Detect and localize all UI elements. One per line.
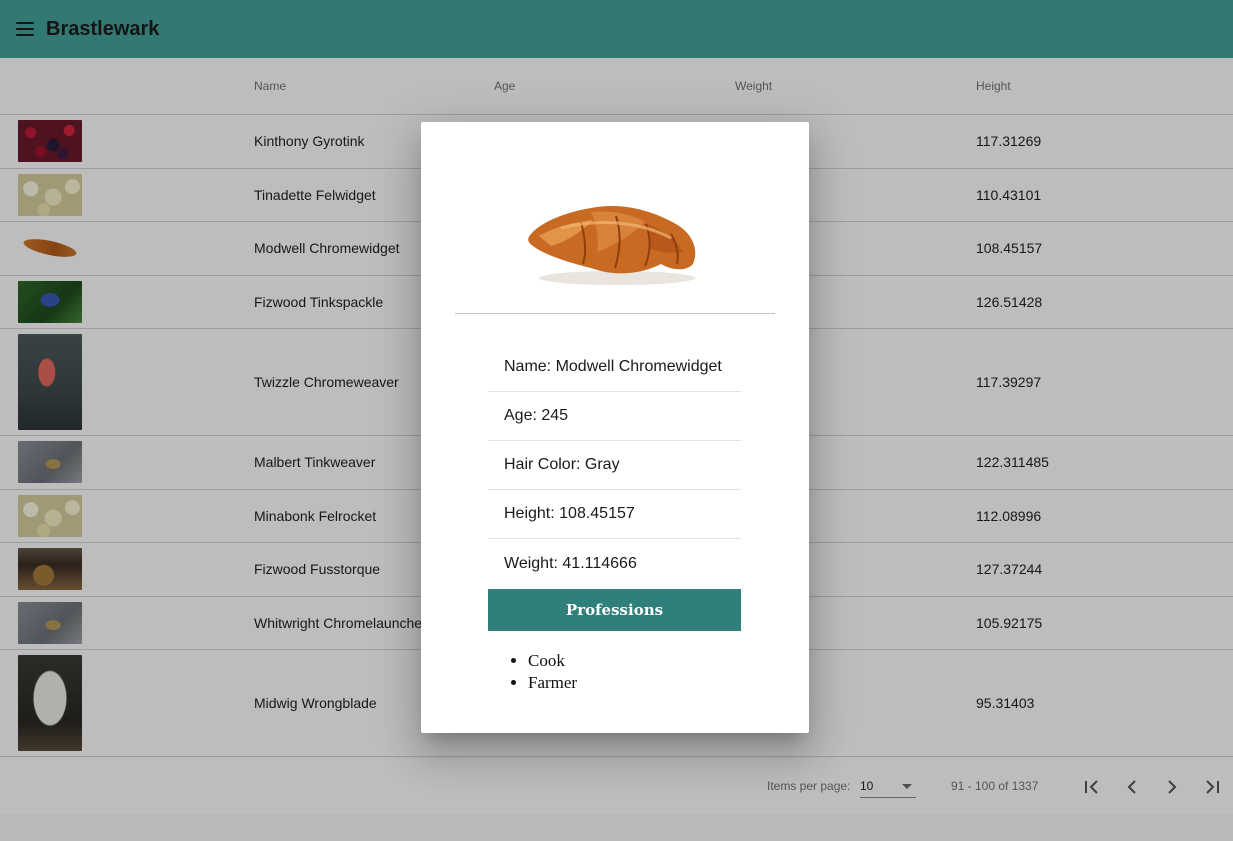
info-hair-color: Hair Color: Gray xyxy=(488,441,741,490)
dialog-divider xyxy=(455,313,775,314)
gnome-detail-dialog: Name: Modwell Chromewidget Age: 245 Hair… xyxy=(421,122,809,733)
professions-list: Cook Farmer xyxy=(528,650,577,694)
info-name: Name: Modwell Chromewidget xyxy=(488,343,741,392)
info-age: Age: 245 xyxy=(488,392,741,441)
list-item: Cook xyxy=(528,650,577,672)
croissant-image xyxy=(528,205,696,285)
list-item: Farmer xyxy=(528,672,577,694)
gnome-info-list: Name: Modwell Chromewidget Age: 245 Hair… xyxy=(488,343,741,588)
professions-header: Professions xyxy=(488,589,741,631)
info-weight: Weight: 41.114666 xyxy=(504,554,637,572)
info-height: Height: 108.45157 xyxy=(488,490,741,539)
